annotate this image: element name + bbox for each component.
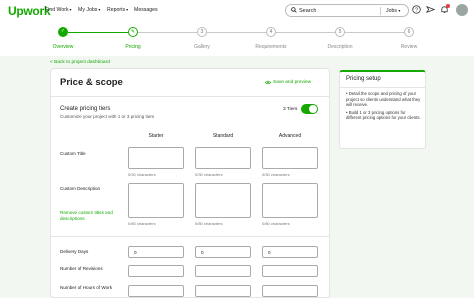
column-header-standard: Standard bbox=[212, 133, 234, 139]
standard-revisions-select[interactable] bbox=[195, 265, 251, 277]
starter-title-textarea[interactable] bbox=[128, 147, 184, 169]
help-icon[interactable]: ? bbox=[412, 5, 421, 14]
standard-hours-select[interactable] bbox=[195, 285, 251, 297]
tip-item: • Detail the scope and pricing of your p… bbox=[346, 91, 421, 108]
advanced-description-textarea[interactable] bbox=[262, 183, 318, 218]
standard-title-count: 0/30 characters bbox=[195, 172, 223, 177]
nav-reports-label: Reports bbox=[107, 7, 126, 13]
stepper-line-done bbox=[68, 32, 128, 33]
column-header-advanced: Advanced bbox=[278, 133, 302, 139]
section-divider bbox=[51, 236, 329, 237]
notification-badge bbox=[446, 4, 450, 8]
nav-find-work-label: Find Work bbox=[45, 7, 69, 13]
step-description-number[interactable]: 5 bbox=[335, 27, 345, 37]
advanced-title-textarea[interactable] bbox=[262, 147, 318, 169]
custom-title-label: Custom Title bbox=[60, 151, 86, 156]
tiers-toggle[interactable] bbox=[301, 104, 318, 114]
side-divider bbox=[340, 87, 425, 88]
pricing-setup-title: Pricing setup bbox=[346, 76, 381, 82]
page-title: Price & scope bbox=[60, 77, 123, 88]
user-avatar[interactable] bbox=[456, 4, 468, 16]
starter-hours-select[interactable] bbox=[128, 285, 184, 297]
direct-contracts-icon[interactable] bbox=[426, 5, 435, 14]
column-header-starter: Starter bbox=[148, 133, 164, 139]
revisions-label: Number of Revisions bbox=[60, 266, 103, 271]
step-overview-checkmark-icon[interactable]: ✓ bbox=[58, 27, 68, 37]
nav-find-work[interactable]: Find Work▾ bbox=[45, 7, 72, 13]
toggle-knob bbox=[309, 105, 317, 113]
stepper-line bbox=[207, 32, 266, 33]
step-label-review[interactable]: Review bbox=[384, 44, 434, 50]
step-requirements-number[interactable]: 4 bbox=[266, 27, 276, 37]
starter-revisions-select[interactable] bbox=[128, 265, 184, 277]
chevron-down-icon: ▾ bbox=[98, 7, 101, 12]
nav-reports[interactable]: Reports▾ bbox=[107, 7, 128, 13]
advanced-delivery-days-select[interactable]: 0 bbox=[262, 246, 318, 258]
step-label-pricing[interactable]: Pricing bbox=[108, 44, 158, 50]
hours-of-work-label: Number of Hours of Work bbox=[60, 285, 112, 290]
pricing-setup-tips-list: • Detail the scope and pricing of your p… bbox=[346, 91, 422, 123]
delivery-days-label: Delivery Days bbox=[60, 249, 89, 254]
pricing-tiers-heading: Create pricing tiers bbox=[60, 106, 111, 112]
step-label-overview[interactable]: Overview bbox=[38, 44, 88, 50]
back-to-dashboard-link[interactable]: < Back to project dashboard bbox=[50, 60, 110, 65]
top-navigation-bar: Upwork Find Work▾ My Jobs▾ Reports▾ Mess… bbox=[0, 0, 474, 23]
starter-title-count: 0/30 characters bbox=[128, 172, 156, 177]
remove-custom-titles-link[interactable]: Remove custom titles and descriptions bbox=[60, 210, 115, 222]
step-label-requirements[interactable]: Requirements bbox=[246, 44, 296, 50]
step-label-description[interactable]: Description bbox=[315, 44, 365, 50]
advanced-title-count: 0/30 characters bbox=[262, 172, 290, 177]
custom-description-label: Custom Description bbox=[60, 186, 101, 191]
standard-title-textarea[interactable] bbox=[195, 147, 251, 169]
progress-stepper bbox=[0, 22, 474, 56]
starter-delivery-days-select[interactable]: 0 bbox=[128, 246, 184, 258]
svg-text:?: ? bbox=[415, 8, 418, 14]
step-pricing-pencil-icon[interactable]: ✎ bbox=[128, 27, 138, 37]
step-review-number[interactable]: 6 bbox=[404, 27, 414, 37]
advanced-revisions-select[interactable] bbox=[262, 265, 318, 277]
chevron-down-icon: ▾ bbox=[126, 7, 129, 12]
stepper-line bbox=[138, 32, 197, 33]
search-input[interactable]: Search bbox=[299, 8, 316, 14]
standard-delivery-days-select[interactable]: 0 bbox=[195, 246, 251, 258]
nav-my-jobs[interactable]: My Jobs▾ bbox=[78, 7, 100, 13]
search-box[interactable]: Search Jobs ▾ bbox=[285, 4, 409, 17]
eye-icon[interactable] bbox=[265, 80, 271, 85]
price-scope-card: Price & scope Save and preview Create pr… bbox=[50, 68, 330, 298]
pricing-tiers-subtext: Customize your project with 1 or 3 prici… bbox=[60, 114, 155, 119]
search-scope-label: Jobs bbox=[386, 8, 397, 14]
section-divider bbox=[51, 96, 329, 97]
tiers-toggle-label: 3 Tiers bbox=[283, 107, 298, 112]
stepper-line bbox=[276, 32, 335, 33]
search-divider bbox=[380, 7, 381, 15]
standard-description-textarea[interactable] bbox=[195, 183, 251, 218]
search-icon bbox=[291, 7, 297, 13]
search-scope-select[interactable]: Jobs ▾ bbox=[386, 8, 400, 14]
advanced-description-count: 0/80 characters bbox=[262, 221, 290, 226]
nav-messages[interactable]: Messages bbox=[134, 7, 158, 13]
chevron-down-icon: ▾ bbox=[398, 8, 401, 13]
step-label-gallery[interactable]: Gallery bbox=[177, 44, 227, 50]
starter-description-count: 0/80 characters bbox=[128, 221, 156, 226]
save-preview-link[interactable]: Save and preview bbox=[273, 80, 311, 85]
tip-item: • Build 1 or 3 pricing options for diffe… bbox=[346, 109, 421, 121]
chevron-down-icon: ▾ bbox=[69, 7, 72, 12]
nav-my-jobs-label: My Jobs bbox=[78, 7, 98, 13]
nav-messages-label: Messages bbox=[134, 7, 158, 13]
starter-description-textarea[interactable] bbox=[128, 183, 184, 218]
advanced-hours-select[interactable] bbox=[262, 285, 318, 297]
standard-description-count: 0/80 characters bbox=[195, 221, 223, 226]
upwork-logo[interactable]: Upwork bbox=[8, 4, 51, 18]
step-gallery-number[interactable]: 3 bbox=[197, 27, 207, 37]
stepper-line bbox=[345, 32, 404, 33]
pricing-setup-tips-card: Pricing setup • Detail the scope and pri… bbox=[339, 70, 426, 149]
